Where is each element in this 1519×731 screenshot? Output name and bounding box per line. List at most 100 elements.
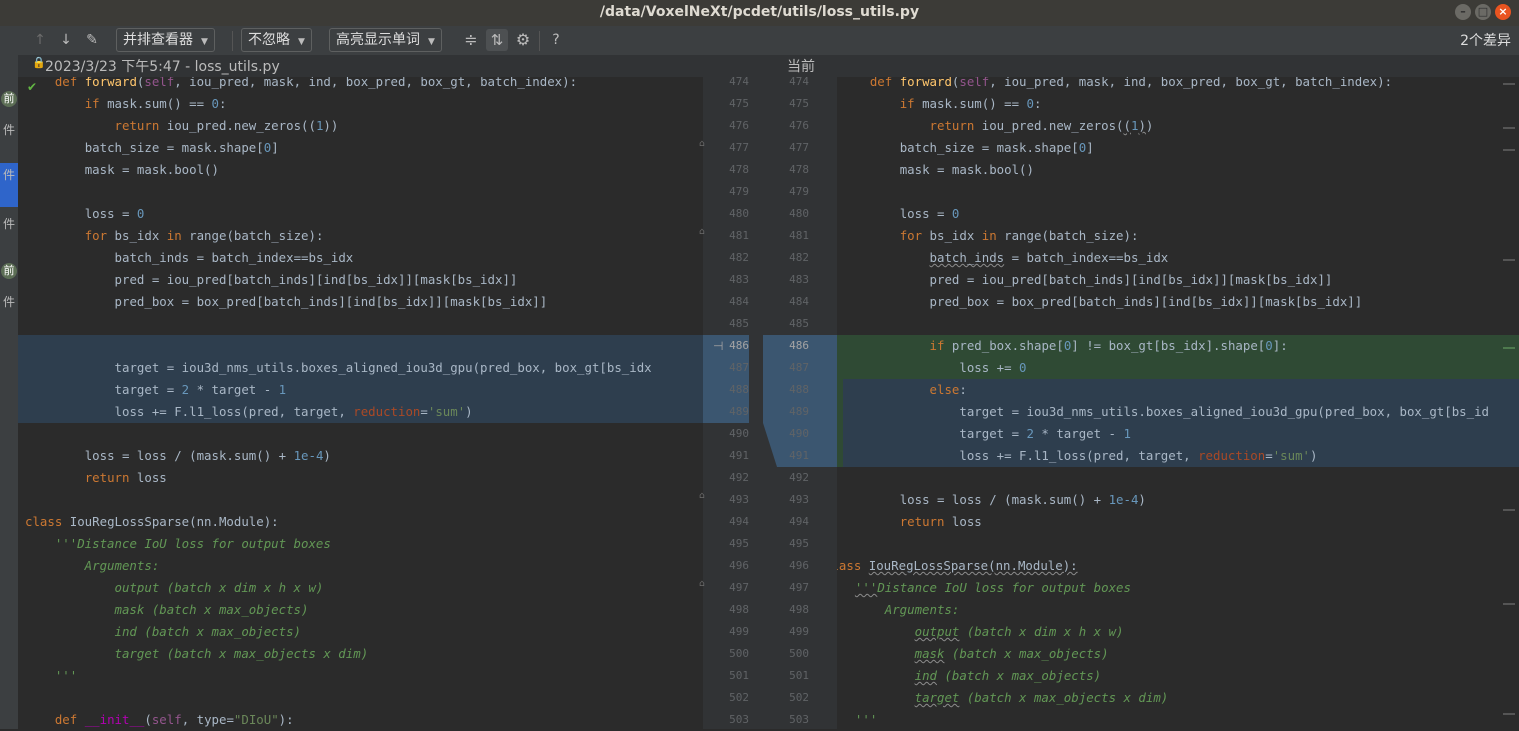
tool-strip-item[interactable]: 件: [0, 293, 18, 310]
code-line: batch_size = mask.shape[0]: [899, 140, 1094, 155]
code-line: def forward(self, iou_pred, mask, ind, b…: [869, 77, 1393, 89]
code-line: Arguments:: [25, 558, 160, 573]
synchronize-scrolling-icon[interactable]: ⇅: [486, 29, 508, 51]
window-title-bar: /data/VoxelNeXt/pcdet/utils/loss_utils.p…: [0, 0, 1519, 26]
gear-icon[interactable]: ⚙: [512, 29, 534, 51]
collapse-unchanged-icon[interactable]: ≑: [460, 29, 482, 51]
right-line-number: 477: [789, 141, 809, 154]
left-line-number: 482: [729, 251, 749, 264]
right-line-number: 490: [789, 427, 809, 440]
left-pane-title: 2023/3/23 下午5:47 - loss_utils.py: [45, 59, 280, 75]
right-line-number: 500: [789, 647, 809, 660]
chevron-down-icon: ▼: [298, 37, 305, 47]
code-line: mask (batch x max_objects): [25, 602, 309, 617]
next-difference-icon[interactable]: ↓: [56, 29, 76, 51]
right-line-number: 489: [789, 405, 809, 418]
right-line-number: 478: [789, 163, 809, 176]
left-line-number: 497: [729, 581, 749, 594]
left-line-number: 494: [729, 515, 749, 528]
left-line-number: 498: [729, 603, 749, 616]
code-line: return iou_pred.new_zeros((1)): [929, 118, 1154, 133]
left-tool-strip: 前 件 件 件 前 件: [0, 55, 18, 729]
tool-strip-item[interactable]: 件: [0, 121, 18, 138]
maximize-button[interactable]: □: [1475, 4, 1491, 20]
left-line-number: 476: [729, 119, 749, 132]
left-line-number: 485: [729, 317, 749, 330]
left-line-number: 475: [729, 97, 749, 110]
code-line: return loss: [899, 514, 982, 529]
code-line: mask (batch x max_objects): [914, 646, 1109, 661]
fold-icon[interactable]: ⌂: [699, 579, 705, 589]
code-line: target = iou3d_nms_utils.boxes_aligned_i…: [959, 404, 1490, 419]
code-line: def __init__(self, type="DIoU"):: [54, 712, 294, 727]
right-code-pane[interactable]: def forward(self, iou_pred, mask, ind, b…: [837, 77, 1519, 729]
fold-icon[interactable]: ⌂: [699, 139, 705, 149]
tool-strip-item[interactable]: 前: [0, 91, 18, 107]
lock-icon: 🔒: [32, 56, 46, 69]
code-line: batch_inds = batch_index==bs_idx: [114, 250, 354, 265]
right-line-number: 488: [789, 383, 809, 396]
minimize-button[interactable]: –: [1455, 4, 1471, 20]
left-line-number: 484: [729, 295, 749, 308]
right-line-number: 480: [789, 207, 809, 220]
right-line-number: 487: [789, 361, 809, 374]
code-line: '''Distance IoU loss for output boxes: [54, 536, 331, 551]
code-line: loss = loss / (mask.sum() + 1e-4): [84, 448, 331, 463]
line-number-gutter: 474 475 476 477 478 479 480 481 482 483 484 485 486 4…: [699, 75, 837, 729]
code-line: class IouRegLossSparse(nn.Module):: [25, 514, 279, 529]
right-line-number: 484: [789, 295, 809, 308]
left-line-number: 490: [729, 427, 749, 440]
accept-change-icon[interactable]: ⊣: [713, 339, 723, 353]
code-line: if mask.sum() == 0:: [899, 96, 1042, 111]
code-line: mask = mask.bool(): [84, 162, 219, 177]
left-line-number: 487: [729, 361, 749, 374]
right-line-number: 486: [789, 339, 809, 352]
tool-strip-item-active[interactable]: 件: [0, 163, 18, 207]
fold-icon[interactable]: ⌂: [699, 227, 705, 237]
left-line-number: 491: [729, 449, 749, 462]
close-button[interactable]: ×: [1495, 4, 1511, 20]
highlight-mode-dropdown[interactable]: 高亮显示单词 ▼: [329, 28, 442, 52]
previous-difference-icon[interactable]: ↑: [30, 29, 50, 51]
difference-count: 2个差异: [1460, 33, 1511, 49]
right-line-number: 499: [789, 625, 809, 638]
right-line-number: 491: [789, 449, 809, 462]
left-line-number: 478: [729, 163, 749, 176]
chevron-down-icon: ▼: [428, 37, 435, 47]
chevron-down-icon: ▼: [201, 37, 208, 47]
scroll-marker: [1503, 509, 1515, 511]
code-line: loss = 0: [899, 206, 960, 221]
viewer-mode-dropdown[interactable]: 并排查看器 ▼: [116, 28, 215, 52]
left-code-pane[interactable]: ✔ def forward(self, iou_pred, mask, ind,…: [18, 77, 703, 729]
code-line: loss += 0: [959, 360, 1027, 375]
right-line-number: 502: [789, 691, 809, 704]
diff-toolbar: ↑ ↓ ✎ 并排查看器 ▼ 不忽略 ▼ 高亮显示单词 ▼ ≑ ⇅ ⚙ ? 2个差异: [0, 26, 1519, 56]
right-line-number: 485: [789, 317, 809, 330]
left-line-number: 480: [729, 207, 749, 220]
code-line: ind (batch x max_objects): [914, 668, 1102, 683]
right-line-number: 483: [789, 273, 809, 286]
right-line-number: 495: [789, 537, 809, 550]
code-line: output (batch x dim x h x w): [914, 624, 1124, 639]
toolbar-separator: [232, 31, 233, 51]
help-button[interactable]: ?: [546, 29, 566, 51]
code-line: target = iou3d_nms_utils.boxes_aligned_i…: [114, 360, 652, 375]
left-line-number: 493: [729, 493, 749, 506]
tool-strip-item[interactable]: 件: [0, 215, 18, 232]
code-line: pred = iou_pred[batch_inds][ind[bs_idx]]…: [114, 272, 518, 287]
scroll-marker: [1503, 347, 1515, 349]
scroll-marker: [1503, 713, 1515, 715]
edit-source-icon[interactable]: ✎: [82, 29, 102, 51]
fold-icon[interactable]: ⌂: [699, 491, 705, 501]
code-line: target = 2 * target - 1: [114, 382, 287, 397]
right-line-number: 498: [789, 603, 809, 616]
tool-strip-item[interactable]: 前: [0, 263, 18, 279]
left-line-number: 500: [729, 647, 749, 660]
code-line: pred_box = box_pred[batch_inds][ind[bs_i…: [929, 294, 1363, 309]
viewer-mode-label: 并排查看器: [123, 32, 193, 48]
code-line: loss += F.l1_loss(pred, target, reductio…: [959, 448, 1318, 463]
right-line-number: 481: [789, 229, 809, 242]
ignore-whitespace-dropdown[interactable]: 不忽略 ▼: [241, 28, 312, 52]
code-line: loss = 0: [84, 206, 145, 221]
code-line: output (batch x dim x h x w): [25, 580, 324, 595]
